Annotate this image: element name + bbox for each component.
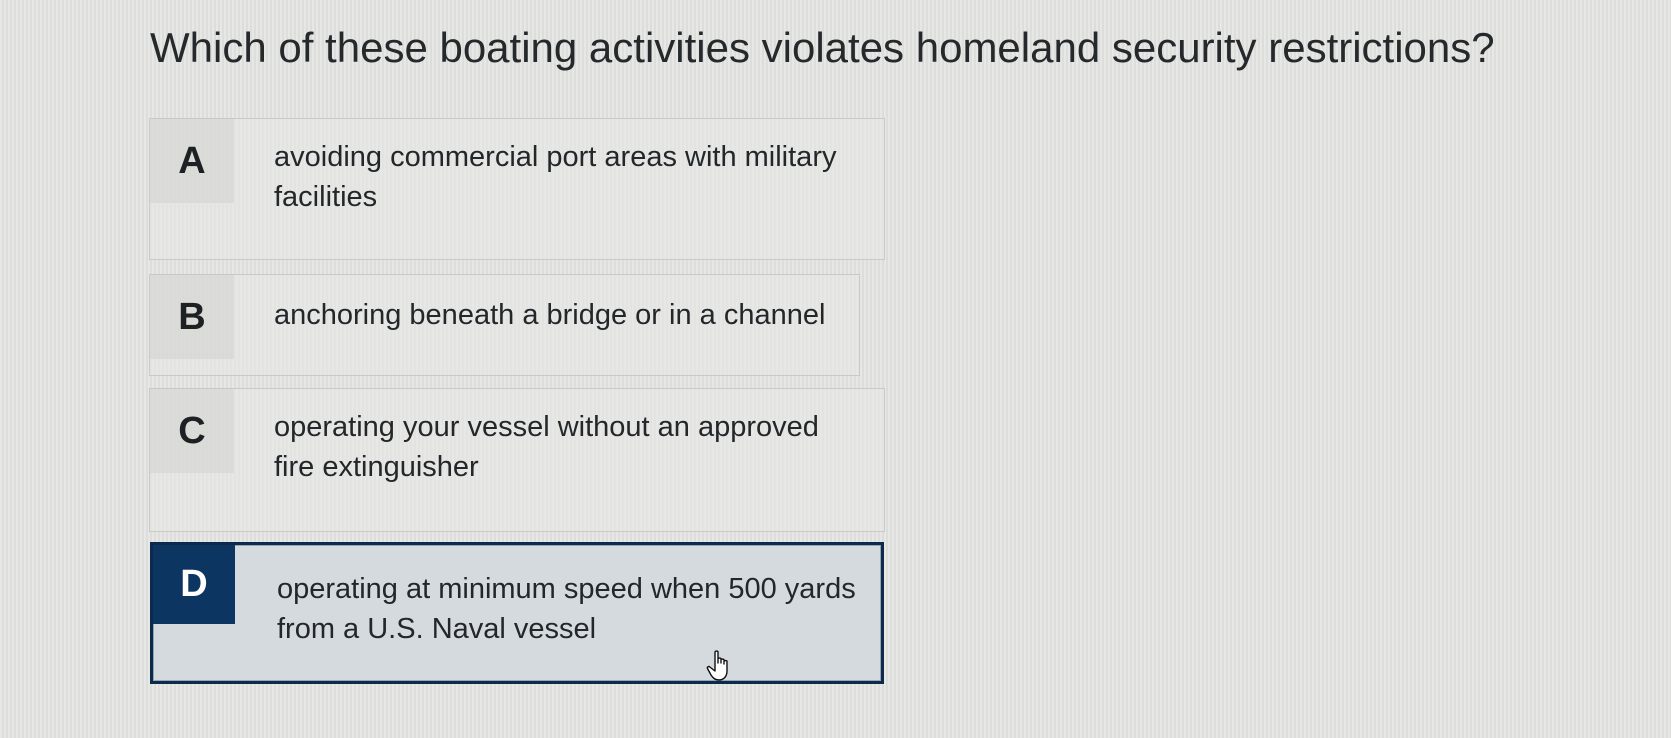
option-a-letter-box: A [150,119,234,203]
option-b-text: anchoring beneath a bridge or in a chann… [274,299,826,331]
option-c[interactable]: C operating your vessel without an appro… [149,388,885,532]
option-d-letter-box: D [153,545,235,624]
hand-pointer-icon [706,650,728,681]
option-a-letter: A [178,139,206,182]
answer-options: A avoiding commercial port areas with mi… [0,0,1671,738]
option-a-text: avoiding commercial port areas with mili… [274,141,837,213]
option-a[interactable]: A avoiding commercial port areas with mi… [149,118,885,260]
option-c-letter-box: C [150,389,234,473]
option-d-text: operating at minimum speed when 500 yard… [277,573,856,645]
option-d-letter: D [180,563,208,605]
option-b[interactable]: B anchoring beneath a bridge or in a cha… [149,274,860,376]
option-c-text: operating your vessel without an approve… [274,411,819,483]
option-d[interactable]: D operating at minimum speed when 500 ya… [150,542,884,684]
option-b-letter-box: B [150,275,234,359]
option-b-letter: B [178,295,206,338]
option-c-letter: C [178,409,206,452]
